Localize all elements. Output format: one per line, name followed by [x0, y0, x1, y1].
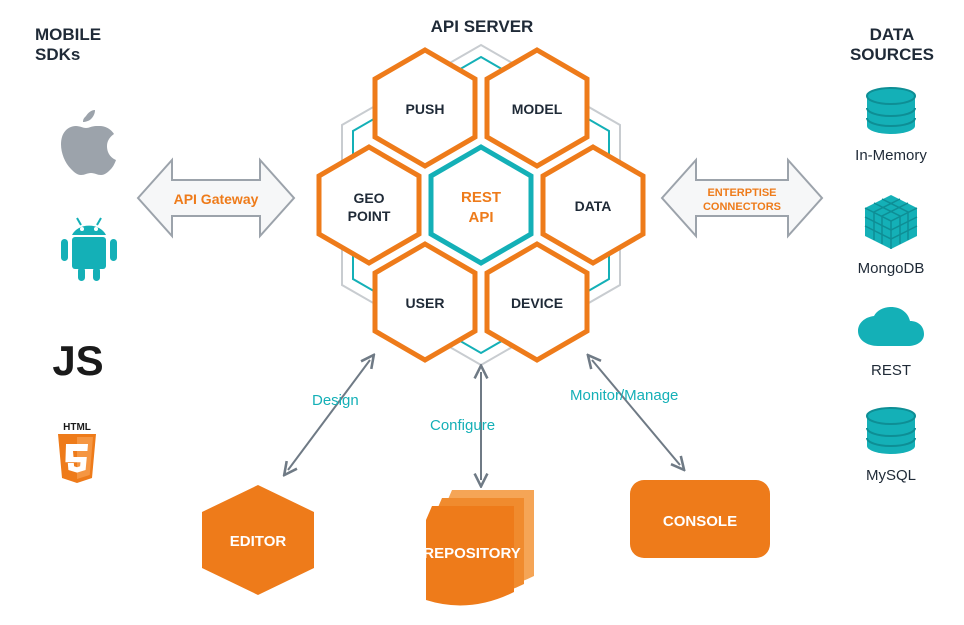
enterprise-connectors-arrow: ENTERPTISE CONNECTORS [662, 160, 822, 236]
repository-label: REPOSITORY [423, 545, 521, 562]
src-mongodb: MongoDB [858, 260, 925, 277]
hex-rest2: API [468, 209, 493, 226]
apple-icon [61, 110, 116, 175]
repository-shape: REPOSITORY [423, 490, 534, 605]
src-rest: REST [871, 362, 911, 379]
hex-device: DEVICE [511, 295, 563, 311]
rest-cloud-icon [858, 307, 924, 346]
label-monitor: Monitor/Manage [570, 387, 678, 404]
console-label: CONSOLE [663, 513, 737, 530]
editor-shape: EDITOR [202, 485, 314, 595]
hex-user: USER [406, 295, 445, 311]
hex-data: DATA [575, 198, 612, 214]
hex-geo2: POINT [348, 208, 391, 224]
honeycomb: PUSH MODEL GEO POINT REST API DATA USER … [319, 50, 643, 360]
src-inmemory: In-Memory [855, 147, 927, 164]
src-mysql: MySQL [866, 467, 916, 484]
hex-push: PUSH [406, 101, 445, 117]
svg-text:HTML: HTML [63, 422, 91, 433]
api-gateway-label: API Gateway [174, 191, 259, 207]
hex-geo1: GEO [353, 190, 384, 206]
header-api-server: API SERVER [431, 17, 534, 36]
console-shape: CONSOLE [630, 480, 770, 558]
editor-label: EDITOR [230, 533, 287, 550]
js-icon: JS [52, 337, 103, 384]
header-data-sources: DATA [870, 25, 915, 44]
api-gateway-arrow: API Gateway [138, 160, 294, 236]
header-sdks: MOBILE [35, 25, 101, 44]
html5-icon: HTML [58, 422, 96, 483]
mongodb-icon [865, 195, 917, 249]
header-data-sources-2: SOURCES [850, 45, 934, 64]
label-configure: Configure [430, 417, 495, 434]
mysql-icon [867, 408, 915, 454]
connectors-label-1: ENTERPTISE [707, 187, 776, 199]
label-design: Design [312, 392, 359, 409]
connectors-label-2: CONNECTORS [703, 201, 781, 213]
hex-rest1: REST [461, 189, 501, 206]
android-icon [61, 218, 117, 281]
inmemory-icon [867, 88, 915, 134]
header-sdks-line2: SDKs [35, 45, 80, 64]
hex-model: MODEL [512, 101, 563, 117]
